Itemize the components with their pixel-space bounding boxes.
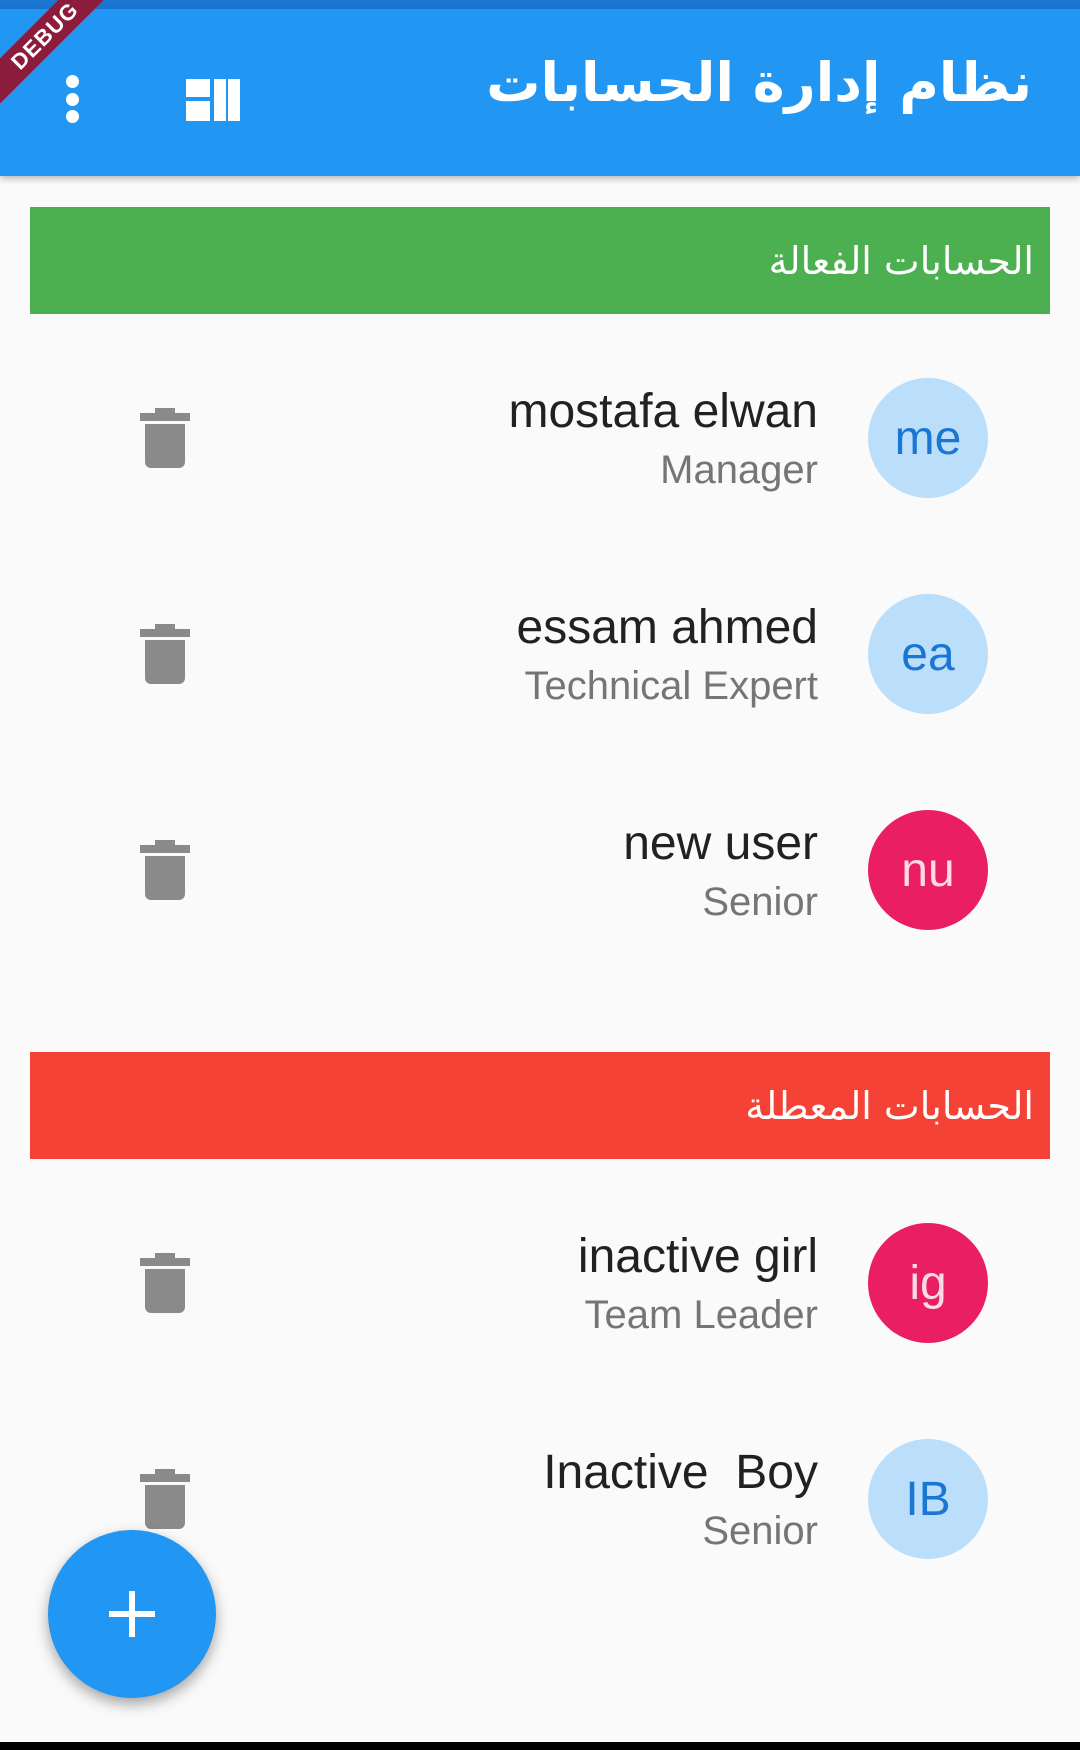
delete-icon[interactable] bbox=[140, 1469, 190, 1529]
add-icon bbox=[109, 1591, 155, 1637]
account-role: Senior bbox=[702, 880, 818, 924]
avatar: me bbox=[868, 378, 988, 498]
account-name: Inactive Boy bbox=[543, 1446, 818, 1499]
section-title-active: الحسابات الفعالة bbox=[768, 238, 1034, 283]
more-vert-icon[interactable] bbox=[48, 67, 96, 131]
account-role: Manager bbox=[660, 448, 818, 492]
avatar: ea bbox=[868, 594, 988, 714]
avatar: ig bbox=[868, 1223, 988, 1343]
dashboard-icon[interactable] bbox=[186, 79, 240, 121]
account-row[interactable]: mostafa elwan Manager me bbox=[0, 348, 1080, 528]
account-name: inactive girl bbox=[577, 1230, 818, 1283]
avatar: IB bbox=[868, 1439, 988, 1559]
account-name: new user bbox=[623, 817, 818, 870]
page-title: نظام إدارة الحسابات bbox=[486, 51, 1032, 114]
delete-icon[interactable] bbox=[140, 624, 190, 684]
section-title-inactive: الحسابات المعطلة bbox=[745, 1083, 1034, 1128]
delete-icon[interactable] bbox=[140, 408, 190, 468]
delete-icon[interactable] bbox=[140, 840, 190, 900]
avatar: nu bbox=[868, 810, 988, 930]
account-role: Technical Expert bbox=[524, 664, 818, 708]
section-header-inactive: الحسابات المعطلة bbox=[30, 1052, 1050, 1159]
account-name: essam ahmed bbox=[516, 601, 818, 654]
account-role: Senior bbox=[702, 1509, 818, 1553]
account-row[interactable]: inactive girl Team Leader ig bbox=[0, 1193, 1080, 1373]
account-role: Team Leader bbox=[584, 1293, 818, 1337]
account-row[interactable]: new user Senior nu bbox=[0, 780, 1080, 960]
account-row[interactable]: essam ahmed Technical Expert ea bbox=[0, 564, 1080, 744]
add-account-button[interactable] bbox=[48, 1530, 216, 1698]
section-header-active: الحسابات الفعالة bbox=[30, 207, 1050, 314]
delete-icon[interactable] bbox=[140, 1253, 190, 1313]
account-name: mostafa elwan bbox=[508, 385, 819, 438]
app-bar: نظام إدارة الحسابات bbox=[0, 9, 1080, 176]
status-bar bbox=[0, 0, 1080, 9]
navigation-bar bbox=[0, 1742, 1080, 1750]
